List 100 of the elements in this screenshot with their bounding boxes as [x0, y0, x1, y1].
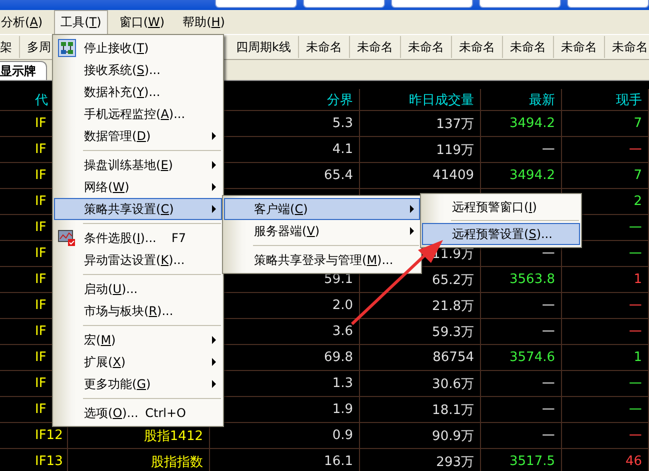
tab[interactable]: 显示牌	[0, 61, 47, 80]
table-cell: IF	[35, 168, 46, 183]
table-cell: IF13	[35, 454, 63, 469]
table-cell: 3.6	[332, 324, 353, 339]
menu-item[interactable]: 市场与板块(R)...	[54, 300, 222, 322]
table-cell-text: 一	[542, 324, 555, 340]
menu-item[interactable]: 接收系统(S)...	[54, 59, 222, 81]
table-cell-text: 一	[629, 298, 642, 314]
network-icon	[58, 39, 76, 57]
menu-item[interactable]: 策略共享设置(C)	[54, 198, 222, 220]
table-cell: 0.9	[332, 428, 353, 443]
table-cell-text: 一	[629, 246, 642, 262]
menu-item[interactable]: 条件选股(I)... F7	[54, 227, 222, 249]
toolbar-button[interactable]: 未命名	[452, 36, 503, 58]
table-cell: IF	[35, 246, 46, 261]
toolbar-button[interactable]: 未命名	[298, 36, 350, 58]
table-cell-text: 股指指数	[151, 454, 203, 470]
table-cell: 3563.8	[510, 272, 555, 287]
table-cell-text: 30.6万	[432, 376, 474, 392]
column-header: 代	[35, 92, 48, 108]
menu-item[interactable]: 启动(U)...	[54, 278, 222, 300]
table-cell: 7	[634, 168, 642, 183]
table-cell: IF	[35, 194, 46, 209]
toolbar-button[interactable]: 未命名	[502, 36, 554, 58]
column-header: 现手	[616, 92, 642, 108]
table-cell: 3574.6	[510, 350, 555, 365]
menu[interactable]: 帮助(H)	[176, 10, 232, 34]
menu-item[interactable]: 宏(M)	[54, 329, 222, 351]
table-cell-text: 一	[542, 142, 555, 158]
table-cell: 5.3	[332, 116, 353, 131]
table-cell-text: 股指1412	[144, 428, 203, 444]
menu-item[interactable]: 扩展(X)	[54, 351, 222, 373]
table-cell-text: 一	[629, 142, 642, 158]
table-cell-text: 21.8万	[432, 298, 474, 314]
title-bar-button[interactable]	[391, 0, 473, 8]
table-cell-text: 一	[542, 246, 555, 262]
menu-item[interactable]: 数据管理(D)	[54, 125, 222, 147]
table-cell: 2	[634, 194, 642, 209]
table-cell: IF	[35, 324, 46, 339]
table-cell: IF	[35, 116, 46, 131]
toolbar-button[interactable]: 四周期k线	[229, 36, 299, 58]
menu-item[interactable]: 网络(W)	[54, 176, 222, 198]
table-cell-text: 137万	[436, 116, 474, 132]
menu-item[interactable]: 异动雷达设置(K)...	[54, 249, 222, 271]
menu-item[interactable]: 远程预警窗口(I)	[422, 196, 580, 218]
menu-item[interactable]: 数据补充(Y)...	[54, 81, 222, 103]
table-cell: 16.1	[324, 454, 353, 469]
table-cell: 3494.2	[510, 168, 555, 183]
menu-item[interactable]: 手机远程监控(A)...	[54, 103, 222, 125]
table-cell: IF	[35, 220, 46, 235]
table-cell-text: 293万	[436, 454, 474, 470]
menu[interactable]: 窗口(W)	[112, 10, 172, 34]
table-cell-text: 65.2万	[432, 272, 474, 288]
title-bar-button[interactable]	[215, 0, 297, 8]
chart-icon	[58, 229, 76, 247]
table-cell: IF	[35, 376, 46, 391]
table-cell: 1	[634, 272, 642, 287]
menu-item[interactable]: 策略共享登录与管理(M)...	[224, 249, 420, 271]
table-cell: 65.4	[324, 168, 353, 183]
menu[interactable]: 分析(A)	[0, 10, 50, 34]
menu-item[interactable]: 远程预警设置(S)...	[422, 223, 580, 245]
toolbar-button[interactable]: 未命名	[350, 36, 401, 58]
menu-item[interactable]: 更多功能(G)	[54, 373, 222, 395]
title-bar-button[interactable]	[479, 0, 561, 8]
menu-item[interactable]: 操盘训练基地(E)	[54, 154, 222, 176]
table-cell-text: 18.1万	[432, 402, 474, 418]
toolbar-button[interactable]: 架	[0, 36, 20, 58]
table-cell: IF	[35, 142, 46, 157]
menu-item[interactable]: 选项(O)... Ctrl+O	[54, 402, 222, 424]
title-bar-button[interactable]	[567, 0, 649, 8]
table-cell-text: 119万	[436, 142, 474, 158]
table-cell-text: 一	[629, 220, 642, 236]
menu-item[interactable]: 服务器端(V)	[224, 220, 420, 242]
table-cell: IF	[35, 272, 46, 287]
column-header: 分界	[327, 92, 353, 108]
table-cell-text: 90.9万	[432, 428, 474, 444]
table-cell: 1	[634, 350, 642, 365]
table-cell: 69.8	[324, 350, 353, 365]
table-cell-text: 一	[542, 376, 555, 392]
table-cell: IF	[35, 298, 46, 313]
toolbar-button[interactable]: 未命名	[554, 36, 605, 58]
column-header: 最新	[529, 92, 555, 108]
table-cell: 86754	[432, 350, 474, 365]
table-cell: 46	[625, 454, 642, 469]
menu[interactable]: 工具(T)	[54, 10, 108, 34]
table-cell: IF	[35, 350, 46, 365]
menu-item[interactable]: 客户端(C)	[224, 198, 420, 220]
toolbar-button[interactable]: 未命名	[604, 36, 649, 58]
table-cell: 1.3	[332, 376, 353, 391]
title-bar-button[interactable]	[303, 0, 385, 8]
table-cell: 2.0	[332, 298, 353, 313]
table-cell: 1.9	[332, 402, 353, 417]
table-cell: 41409	[432, 168, 474, 183]
table-cell-text: 一	[542, 402, 555, 418]
table-cell: IF12	[35, 428, 63, 443]
table-cell-text: 一	[629, 428, 642, 444]
table-cell: 3494.2	[510, 116, 555, 131]
toolbar-button[interactable]: 未命名	[400, 36, 452, 58]
table-cell-text: 一	[542, 298, 555, 314]
table-cell-text: 59.3万	[432, 324, 474, 340]
